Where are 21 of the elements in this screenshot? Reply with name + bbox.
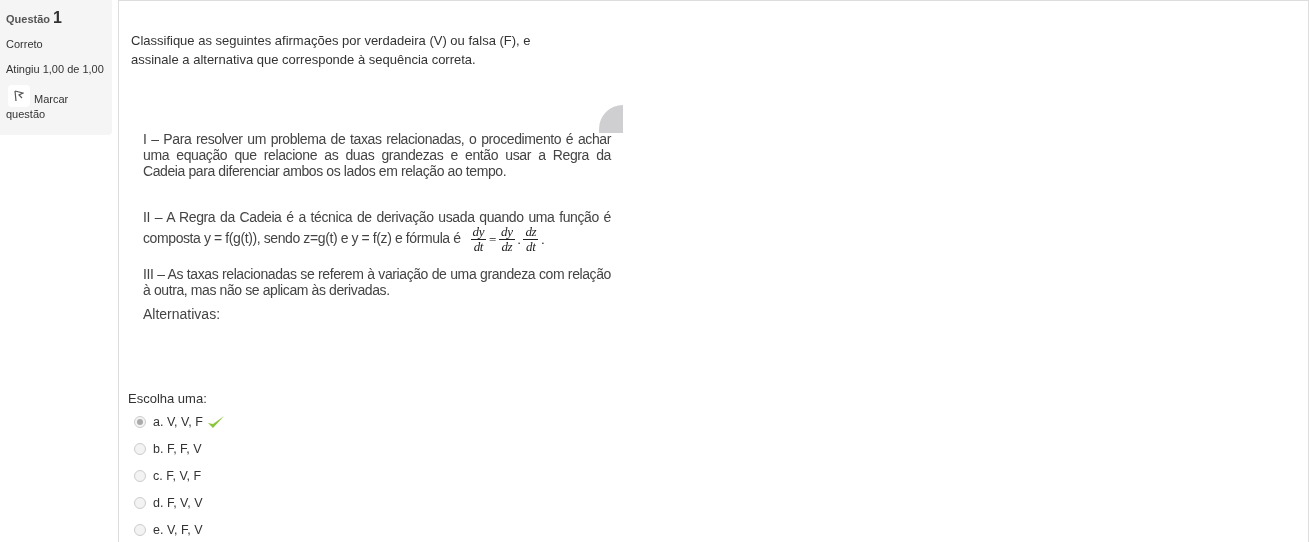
radio-button[interactable]	[134, 524, 146, 536]
radio-button[interactable]	[134, 443, 146, 455]
flag-question-button[interactable]: Marcar questão	[6, 85, 106, 122]
grade-text: Atingiu 1,00 de 1,00	[6, 61, 105, 77]
statement-text: III – As taxas relacionadas se referem à variação de uma grandeza com relação à outra, mas não se aplicam às derivadas.	[143, 266, 611, 298]
alternatives-label: Alternativas:	[143, 305, 222, 324]
question-prompt: Classifique as seguintes afirmações por verdadeira (V) ou falsa (F), e assinale a alternativa que corresponde à sequência correta.	[131, 32, 532, 69]
answer-option[interactable]: d. F, V, V	[131, 489, 1308, 517]
answer-option[interactable]: e. V, F, V	[131, 516, 1308, 542]
question-number: Questão 1	[6, 8, 63, 28]
choose-label: Escolha uma:	[128, 390, 208, 408]
answer-option[interactable]: c. F, V, F	[131, 462, 1308, 490]
radio-button[interactable]	[134, 497, 146, 509]
flag-icon	[8, 85, 30, 107]
status-text: Correto	[6, 37, 44, 52]
radio-button[interactable]	[134, 416, 146, 428]
answer-option[interactable]: b. F, F, V	[131, 435, 1308, 463]
statement-text: I – Para resolver um problema de taxas relacionadas, o procedimento é achar uma equação que relacione as duas grandezas e então usar a Regra da Cadeia para diferenciar ambos os lados em relação ao tempo.	[143, 131, 611, 179]
radio-button[interactable]	[134, 470, 146, 482]
corner-shape	[599, 105, 623, 133]
answer-option[interactable]: a. V, V, F	[131, 408, 1308, 436]
